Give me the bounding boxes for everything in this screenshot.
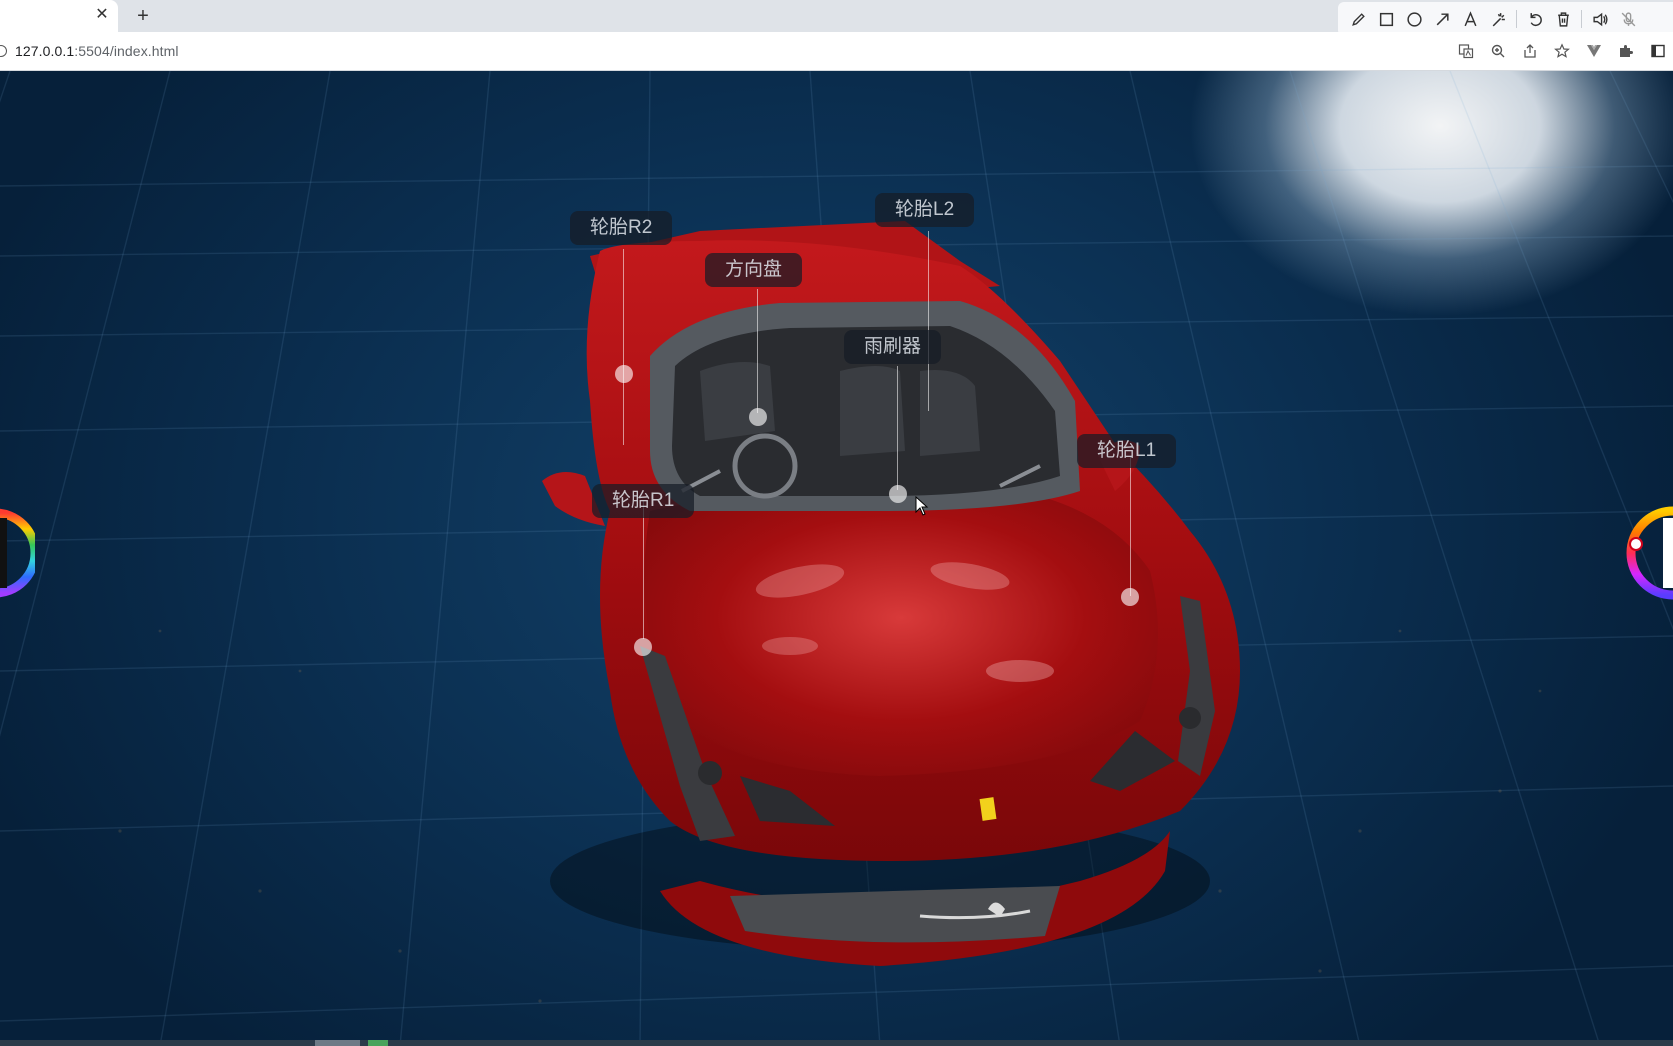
toolbar-divider xyxy=(1581,10,1582,28)
color-picker-left[interactable] xyxy=(0,478,35,628)
taskbar-item[interactable] xyxy=(315,1040,360,1046)
color-picker-right[interactable] xyxy=(1623,478,1673,628)
toolbar-divider xyxy=(1516,10,1517,28)
car-3d-viewport[interactable]: 轮胎R2 轮胎L2 方向盘 雨刷器 轮胎L1 轮胎R1 xyxy=(0,71,1673,1046)
hotspot-line xyxy=(1130,456,1131,596)
trash-icon[interactable] xyxy=(1549,5,1577,33)
hotspot-dot[interactable] xyxy=(615,365,633,383)
vue-devtools-icon[interactable] xyxy=(1578,37,1610,65)
text-icon[interactable] xyxy=(1456,5,1484,33)
star-icon[interactable] xyxy=(1546,37,1578,65)
hotspot-line xyxy=(928,231,929,411)
hotspot-dot[interactable] xyxy=(1121,588,1139,606)
mouse-cursor-icon xyxy=(915,496,929,516)
hotspot-steering-wheel[interactable]: 方向盘 xyxy=(705,253,803,287)
taskbar-item[interactable] xyxy=(368,1040,388,1046)
hotspot-tire-l1[interactable]: 轮胎L1 xyxy=(1077,434,1177,468)
new-tab-button[interactable]: + xyxy=(131,4,155,28)
url-host: 127.0.0.1 xyxy=(15,43,75,59)
browser-tab-bar: ✕ + xyxy=(0,0,1673,36)
site-info-icon[interactable] xyxy=(0,45,7,57)
hotspot-line xyxy=(643,501,644,639)
url-path: :5504/index.html xyxy=(74,43,179,59)
url-field[interactable]: 127.0.0.1:5504/index.html xyxy=(15,43,179,59)
pencil-icon[interactable] xyxy=(1344,5,1372,33)
mic-icon[interactable] xyxy=(1614,5,1642,33)
sidebar-icon[interactable] xyxy=(1642,37,1673,65)
translate-icon[interactable] xyxy=(1450,37,1482,65)
floor-grid xyxy=(0,71,1673,1046)
speaker-icon[interactable] xyxy=(1586,5,1614,33)
hotspot-tire-r2[interactable]: 轮胎R2 xyxy=(570,211,673,245)
extensions-icon[interactable] xyxy=(1610,37,1642,65)
zoom-icon[interactable] xyxy=(1482,37,1514,65)
hotspot-line xyxy=(897,366,898,490)
address-bar: 127.0.0.1:5504/index.html xyxy=(0,32,1673,71)
color-picker-handle xyxy=(1629,537,1643,551)
annotation-toolbar xyxy=(1338,2,1673,36)
hotspot-tire-r1[interactable]: 轮胎R1 xyxy=(592,484,695,518)
rectangle-icon[interactable] xyxy=(1372,5,1400,33)
browser-tab[interactable]: ✕ xyxy=(0,0,118,32)
undo-icon[interactable] xyxy=(1521,5,1549,33)
circle-icon[interactable] xyxy=(1400,5,1428,33)
hotspot-dot[interactable] xyxy=(634,638,652,656)
hotspot-dot[interactable] xyxy=(749,408,767,426)
hotspot-dot[interactable] xyxy=(889,485,907,503)
address-actions xyxy=(1450,37,1673,65)
hotspot-tire-l2[interactable]: 轮胎L2 xyxy=(875,193,975,227)
taskbar-strip xyxy=(0,1040,1673,1046)
share-icon[interactable] xyxy=(1514,37,1546,65)
arrow-icon[interactable] xyxy=(1428,5,1456,33)
hotspot-line xyxy=(757,289,758,413)
tab-close-icon[interactable]: ✕ xyxy=(92,5,112,25)
hotspot-wiper[interactable]: 雨刷器 xyxy=(844,330,942,364)
hotspot-line xyxy=(623,249,624,445)
magic-wand-icon[interactable] xyxy=(1484,5,1512,33)
